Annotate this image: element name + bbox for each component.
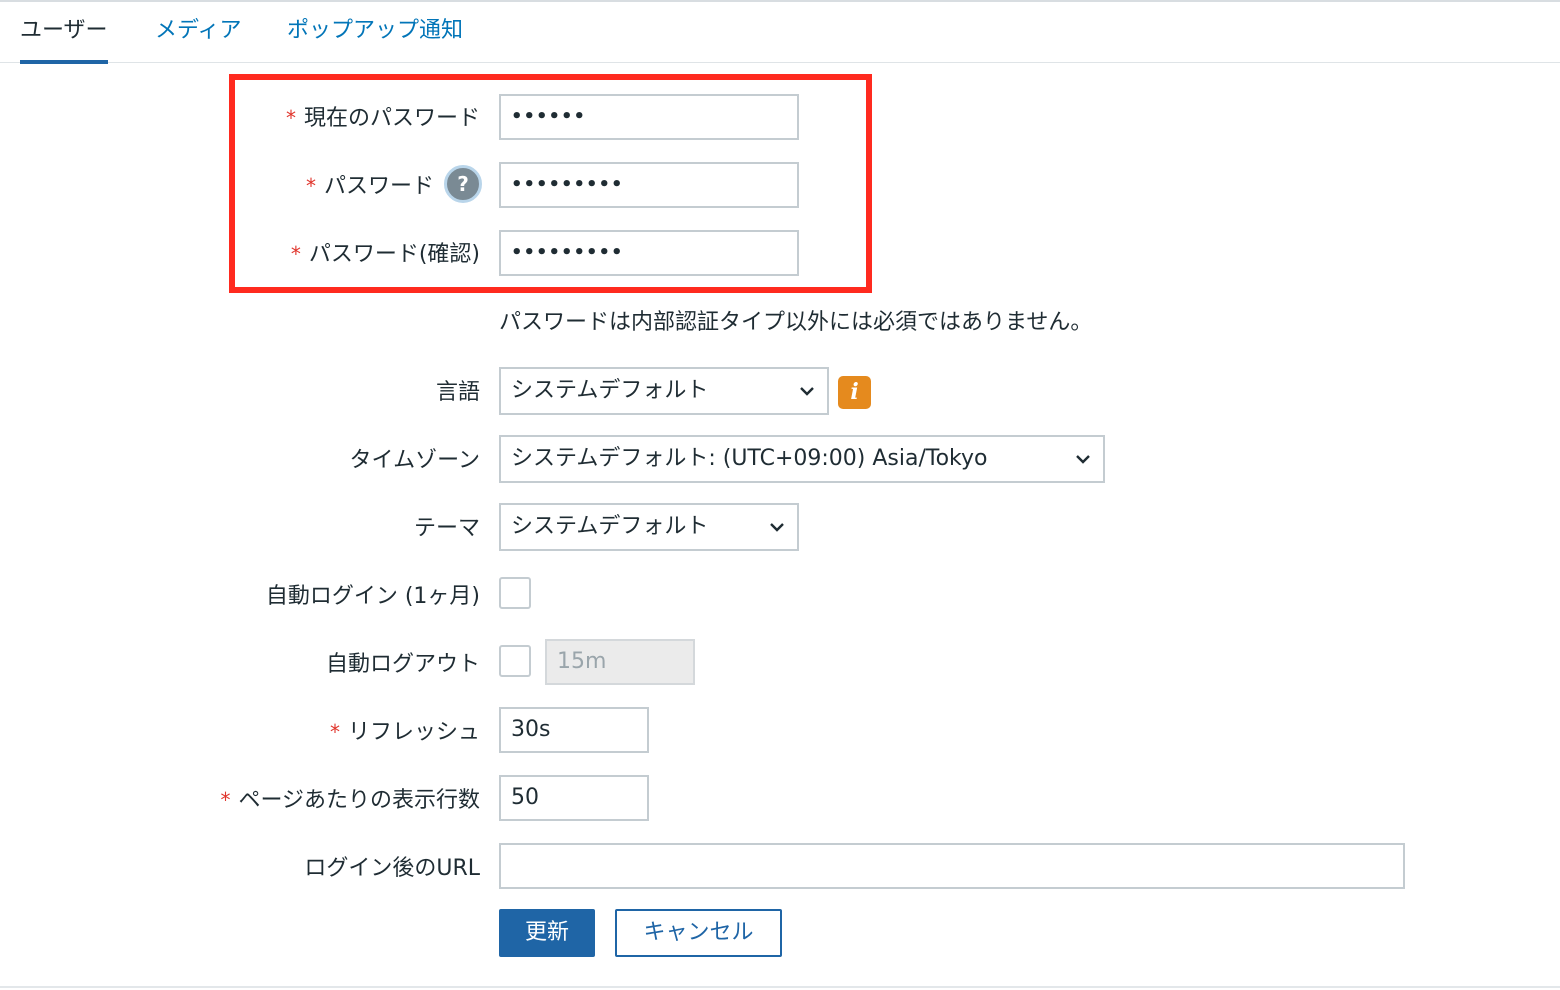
- autologin-checkbox[interactable]: [499, 577, 531, 609]
- theme-select[interactable]: システムデフォルト: [499, 503, 799, 551]
- update-button[interactable]: 更新: [499, 909, 595, 957]
- autologout-checkbox[interactable]: [499, 645, 531, 677]
- password-label: * パスワード: [305, 174, 434, 199]
- chevron-down-icon: [1076, 455, 1090, 464]
- refresh-label: * リフレッシュ: [329, 720, 480, 745]
- required-mark: *: [305, 174, 316, 198]
- question-icon[interactable]: ?: [444, 165, 482, 203]
- tab-bar: ユーザー メディア ポップアップ通知: [0, 2, 1560, 64]
- autologout-label: 自動ログアウト: [325, 652, 480, 677]
- url-after-login-label: ログイン後のURL: [304, 856, 480, 881]
- theme-label: テーマ: [413, 516, 480, 541]
- chevron-down-icon: [800, 387, 814, 396]
- cancel-button[interactable]: キャンセル: [615, 909, 782, 957]
- current-password-input[interactable]: ••••••: [499, 94, 799, 140]
- timezone-label: タイムゾーン: [349, 448, 480, 473]
- password-input[interactable]: •••••••••: [499, 162, 799, 208]
- rows-per-page-label: * ページあたりの表示行数: [220, 788, 480, 813]
- password-confirm-input[interactable]: •••••••••: [499, 230, 799, 276]
- chevron-down-icon: [770, 523, 784, 532]
- required-mark: *: [220, 788, 231, 812]
- tab-user[interactable]: ユーザー: [20, 2, 108, 64]
- language-select[interactable]: システムデフォルト: [499, 367, 829, 415]
- tab-popup-notifications[interactable]: ポップアップ通知: [287, 2, 463, 62]
- language-label: 言語: [435, 380, 480, 405]
- required-mark: *: [290, 242, 301, 266]
- password-note: パスワードは内部認証タイプ以外には必須ではありません。: [499, 310, 1093, 335]
- info-icon[interactable]: i: [838, 376, 871, 409]
- required-mark: *: [329, 720, 340, 744]
- rows-per-page-input[interactable]: 50: [499, 775, 649, 821]
- current-password-label: * 現在のパスワード: [285, 106, 480, 131]
- bottom-border: [0, 986, 1560, 988]
- refresh-input[interactable]: 30s: [499, 707, 649, 753]
- autologout-input: 15m: [545, 639, 695, 685]
- url-after-login-input[interactable]: [499, 843, 1405, 889]
- password-confirm-label: * パスワード(確認): [290, 242, 480, 267]
- timezone-select[interactable]: システムデフォルト: (UTC+09:00) Asia/Tokyo: [499, 435, 1105, 483]
- required-mark: *: [285, 106, 296, 130]
- tab-media[interactable]: メディア: [155, 2, 241, 62]
- autologin-label: 自動ログイン (1ヶ月): [265, 584, 480, 609]
